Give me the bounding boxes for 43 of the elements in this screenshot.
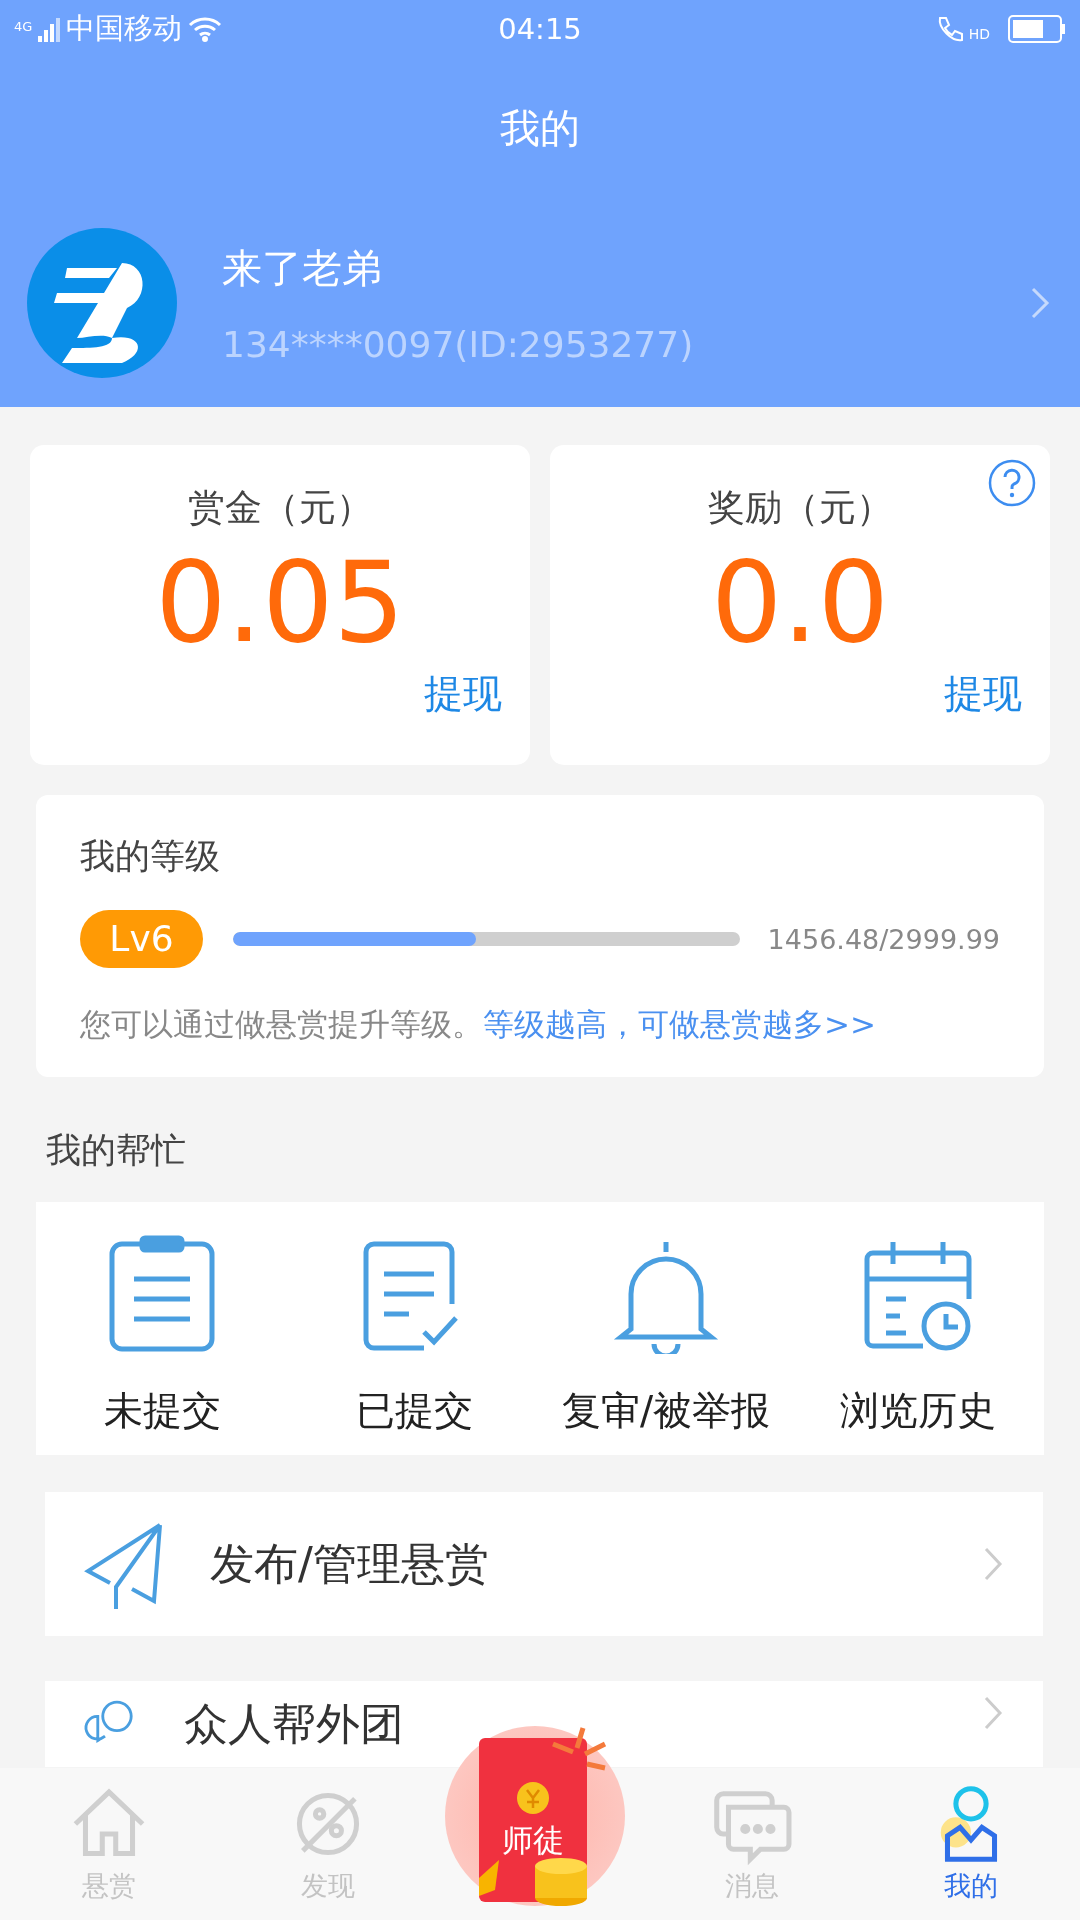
- checklist-icon: [363, 1241, 459, 1351]
- ribbon-icon: [478, 1860, 499, 1896]
- coin-icon: [516, 1782, 549, 1814]
- section-title: 我的帮忙: [46, 1129, 187, 1172]
- phone-icon: [938, 17, 963, 42]
- user-icon: [940, 1786, 997, 1862]
- calendar-icon: [864, 1239, 972, 1351]
- user-name: 来了老弟: [222, 244, 383, 293]
- balance-amount: 0.05: [155, 537, 405, 667]
- network-label: 4G: [14, 19, 33, 34]
- help-item[interactable]: 未提交: [36, 1202, 288, 1455]
- home-icon: [73, 1788, 146, 1856]
- signal-icon: [38, 18, 61, 42]
- withdraw-link[interactable]: 提现: [424, 667, 502, 721]
- account-id: 134****0097(ID:2953277): [222, 324, 695, 365]
- level-hint: 您可以通过做悬赏提升等级。等级越高，可做悬赏越多>>: [80, 1005, 877, 1044]
- coin-stack-icon: [534, 1858, 587, 1906]
- sparkle-icon: [550, 1725, 608, 1771]
- level-reading: 1456.48/2999.99: [767, 923, 1000, 955]
- section-title: 我的等级: [80, 835, 221, 878]
- withdraw-link[interactable]: 提现: [944, 667, 1022, 721]
- level-badge: Lv6: [80, 910, 203, 968]
- help-icon[interactable]: [988, 459, 1036, 507]
- tab-item[interactable]: 我的: [861, 1768, 1080, 1920]
- help-item[interactable]: 已提交: [288, 1202, 540, 1455]
- balance-label: 奖励（元）: [707, 485, 893, 531]
- chevron-right-icon[interactable]: [1031, 287, 1050, 319]
- clock: 04:15: [498, 12, 582, 46]
- carrier-name: 中国移动: [66, 10, 183, 47]
- menu-row[interactable]: 发布/管理悬赏: [45, 1492, 1043, 1636]
- hd-label: HD: [968, 26, 990, 42]
- battery-icon: [1008, 15, 1065, 43]
- balance-label: 赏金（元）: [187, 485, 373, 531]
- balance-amount: 0.0: [710, 537, 890, 667]
- paper-plane-icon: [84, 1523, 162, 1609]
- help-item[interactable]: 浏览历史: [792, 1202, 1044, 1455]
- page-title: 我的: [499, 104, 581, 153]
- wifi-icon: [189, 17, 222, 42]
- level-link[interactable]: 等级越高，可做悬赏越多>>: [483, 1006, 876, 1042]
- clipboard-icon: [109, 1235, 215, 1352]
- chat-bubbles-icon: [714, 1791, 792, 1862]
- menu-row[interactable]: 众人帮外团: [45, 1681, 1043, 1767]
- chevron-right-icon: [984, 1547, 1003, 1581]
